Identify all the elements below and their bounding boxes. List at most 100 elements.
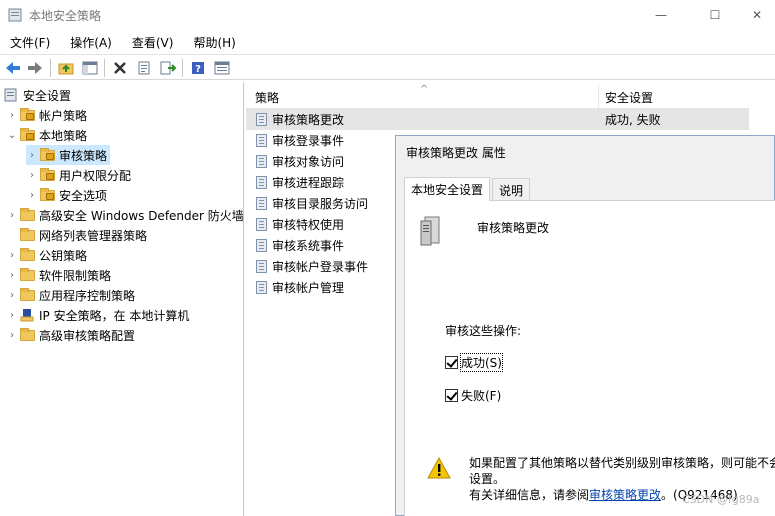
success-label[interactable]: 成功(S) [460,352,503,372]
help-icon[interactable]: ? [188,58,208,78]
forward-arrow-icon[interactable] [25,58,45,78]
failure-checkbox[interactable] [445,388,458,402]
menu-bar: 文件(F) 操作(A) 查看(V) 帮助(H) [0,31,775,53]
up-folder-icon[interactable] [56,58,76,78]
chevron-right-icon[interactable]: › [6,290,18,301]
sort-ascending-icon: ^ [420,84,429,95]
properties-dialog: 审核策略更改 属性 本地安全设置 说明 审核策略更改 审核这些操作: 成功(S)… [395,135,775,516]
menu-help[interactable]: 帮助(H) [187,31,241,53]
table-row[interactable]: 审核进程跟踪 [246,172,344,193]
menu-action[interactable]: 操作(A) [64,31,118,53]
delete-icon[interactable] [110,58,130,78]
table-row[interactable]: 审核特权使用 [246,214,344,235]
audit-policy-icon [255,196,269,211]
tree-item-firewall[interactable]: › 高级安全 Windows Defender 防火墙 [6,205,243,225]
tree-item-network-list[interactable]: 网络列表管理器策略 [6,225,147,245]
audit-policy-icon [255,112,269,127]
menu-file[interactable]: 文件(F) [4,31,56,53]
minimize-button[interactable]: — [638,0,684,30]
audit-policy-icon [255,280,269,295]
table-row[interactable]: 审核帐户登录事件 [246,256,368,277]
success-checkbox-row[interactable]: 成功(S) [445,352,503,372]
table-row[interactable]: 审核帐户管理 [246,277,344,298]
audit-policy-change-link[interactable]: 审核策略更改 [589,488,661,502]
chevron-right-icon[interactable]: › [6,250,18,261]
folder-icon [20,328,36,342]
audit-policy-icon [255,175,269,190]
locked-folder-icon [40,168,56,182]
tree-root-label: 安全设置 [23,88,72,103]
close-button[interactable]: ✕ [734,0,775,30]
folder-icon [20,268,36,282]
tree-item-app-control[interactable]: › 应用程序控制策略 [6,285,135,305]
tree-item-account-policy[interactable]: › 帐户策略 [6,105,87,125]
table-row[interactable]: 审核策略更改 成功, 失败 [246,109,749,130]
audit-policy-icon [255,154,269,169]
toolbar: ? [0,54,775,80]
server-icon [420,216,440,246]
locked-folder-icon [40,148,56,162]
maximize-button[interactable]: ☐ [692,0,738,30]
svg-text:?: ? [195,64,201,75]
column-header-policy[interactable]: 策略 [255,89,279,106]
tree-pane: 安全设置 › 帐户策略 ⌄ 本地策略 › 审核策略 › 用户权限分配 › 安全选… [0,82,244,516]
chevron-right-icon[interactable]: › [6,270,18,281]
chevron-down-icon[interactable]: ⌄ [6,130,18,141]
tree-item-local-policy[interactable]: ⌄ 本地策略 [6,125,87,145]
chevron-right-icon[interactable]: › [26,170,38,181]
dialog-panel: 审核策略更改 审核这些操作: 成功(S) 失败(F) 如果配置了其他策略以替代类… [404,200,775,516]
tree-item-audit-policy[interactable]: › 审核策略 [26,145,111,165]
locked-folder-icon [20,128,36,142]
success-checkbox[interactable] [445,355,458,369]
table-row[interactable]: 审核系统事件 [246,235,344,256]
tree-item-advanced-audit[interactable]: › 高级审核策略配置 [6,325,135,345]
locked-folder-icon [40,188,56,202]
watermark: CSDN @fg89a [682,493,760,506]
table-row[interactable]: 审核目录服务访问 [246,193,368,214]
show-hide-tree-icon[interactable] [80,58,100,78]
security-settings-icon [4,88,20,102]
tree-item-public-key[interactable]: › 公钥策略 [6,245,87,265]
chevron-right-icon[interactable]: › [6,330,18,341]
failure-checkbox-row[interactable]: 失败(F) [445,386,501,404]
tree-item-software-restriction[interactable]: › 软件限制策略 [6,265,111,285]
folder-icon [20,228,36,242]
chevron-right-icon[interactable]: › [26,190,38,201]
folder-icon [20,248,36,262]
back-arrow-icon[interactable] [3,58,23,78]
dialog-title: 审核策略更改 属性 [406,146,506,160]
locked-folder-icon [20,108,36,122]
list-header: ^ 策略 安全设置 [246,84,749,109]
tree-item-user-rights[interactable]: › 用户权限分配 [26,165,131,185]
tree-root[interactable]: 安全设置 [4,85,71,105]
column-header-setting[interactable]: 安全设置 [605,89,653,106]
chevron-right-icon[interactable]: › [6,310,18,321]
console-view-icon[interactable] [212,58,232,78]
chevron-right-icon[interactable]: › [26,150,38,161]
window-title: 本地安全策略 [29,9,102,23]
table-row[interactable]: 审核对象访问 [246,151,344,172]
tab-explain[interactable]: 说明 [492,178,531,200]
folder-icon [20,208,36,222]
app-icon [8,8,22,22]
audit-policy-icon [255,259,269,274]
audit-policy-icon [255,238,269,253]
tab-local-security-setting[interactable]: 本地安全设置 [404,177,491,201]
properties-icon[interactable] [134,58,154,78]
ip-security-icon [20,308,36,322]
export-list-icon[interactable] [158,58,178,78]
audit-ops-label: 审核这些操作: [445,324,522,338]
menu-view[interactable]: 查看(V) [126,31,180,53]
title-bar: 本地安全策略 — ☐ ✕ [0,0,775,30]
warning-icon [427,457,451,479]
tree-item-security-options[interactable]: › 安全选项 [26,185,107,205]
failure-label[interactable]: 失败(F) [461,387,501,404]
audit-policy-icon [255,133,269,148]
chevron-right-icon[interactable]: › [6,210,18,221]
tree-item-ip-security[interactable]: › IP 安全策略，在 本地计算机 [6,305,189,325]
audit-policy-icon [255,217,269,232]
policy-name: 审核策略更改 [477,221,550,235]
table-row[interactable]: 审核登录事件 [246,130,344,151]
folder-icon [20,288,36,302]
chevron-right-icon[interactable]: › [6,110,18,121]
